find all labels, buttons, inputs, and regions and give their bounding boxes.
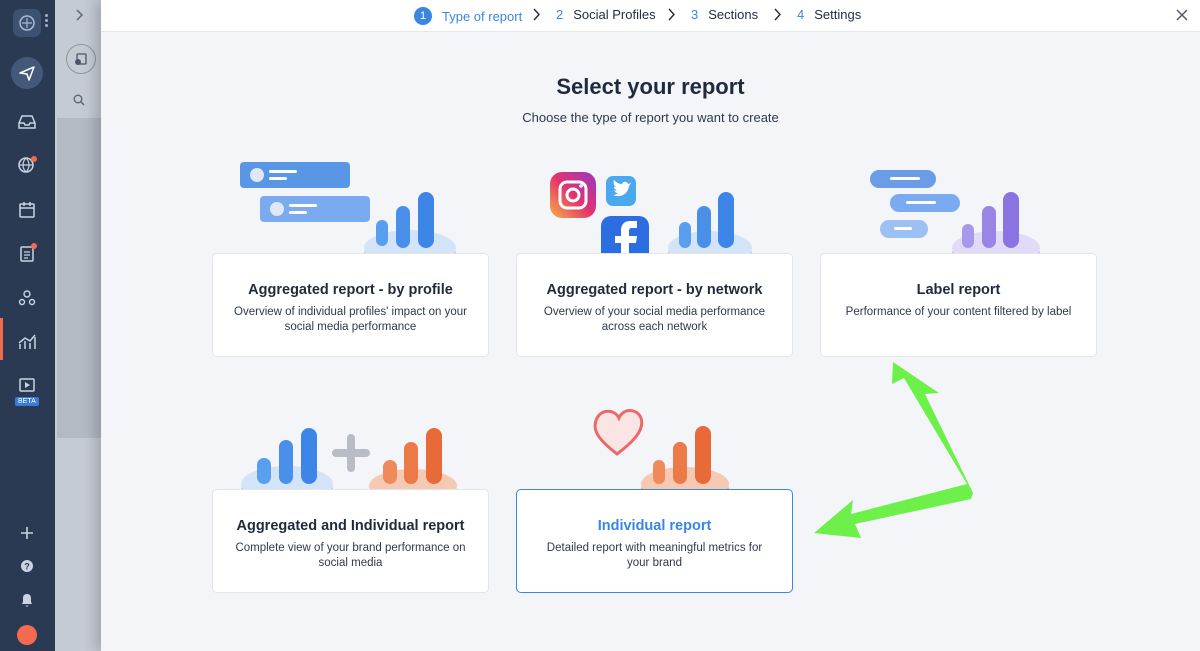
user-avatar[interactable]	[17, 625, 37, 645]
team-icon[interactable]	[12, 283, 42, 313]
notification-dot	[31, 156, 37, 162]
analytics-icon[interactable]	[12, 327, 42, 357]
publish-icon[interactable]	[11, 57, 43, 89]
beta-badge: BETA	[15, 397, 39, 406]
add-icon[interactable]	[12, 518, 42, 548]
left-nav-rail: BETA ?	[0, 0, 55, 651]
video-icon[interactable]	[12, 370, 42, 400]
more-dots-icon[interactable]	[45, 14, 48, 28]
search-icon[interactable]	[73, 93, 85, 111]
notification-dot	[31, 243, 37, 249]
chevron-right-icon[interactable]	[75, 8, 84, 26]
calendar-icon[interactable]	[12, 195, 42, 225]
tasks-icon[interactable]	[12, 239, 42, 269]
secondary-panel	[55, 0, 101, 651]
help-icon[interactable]: ?	[12, 551, 42, 581]
svg-text:?: ?	[24, 562, 30, 572]
active-indicator	[0, 318, 3, 360]
app-logo-icon[interactable]	[13, 9, 41, 37]
new-report-icon[interactable]	[66, 44, 96, 74]
report-type-modal: 1 Type of report 2 Social Profiles 3 Sec…	[101, 0, 1200, 651]
report-list-area	[57, 118, 101, 438]
annotation-arrows	[814, 362, 973, 538]
listening-globe-icon[interactable]	[12, 151, 42, 181]
notifications-bell-icon[interactable]	[12, 585, 42, 615]
inbox-icon[interactable]	[12, 107, 42, 137]
